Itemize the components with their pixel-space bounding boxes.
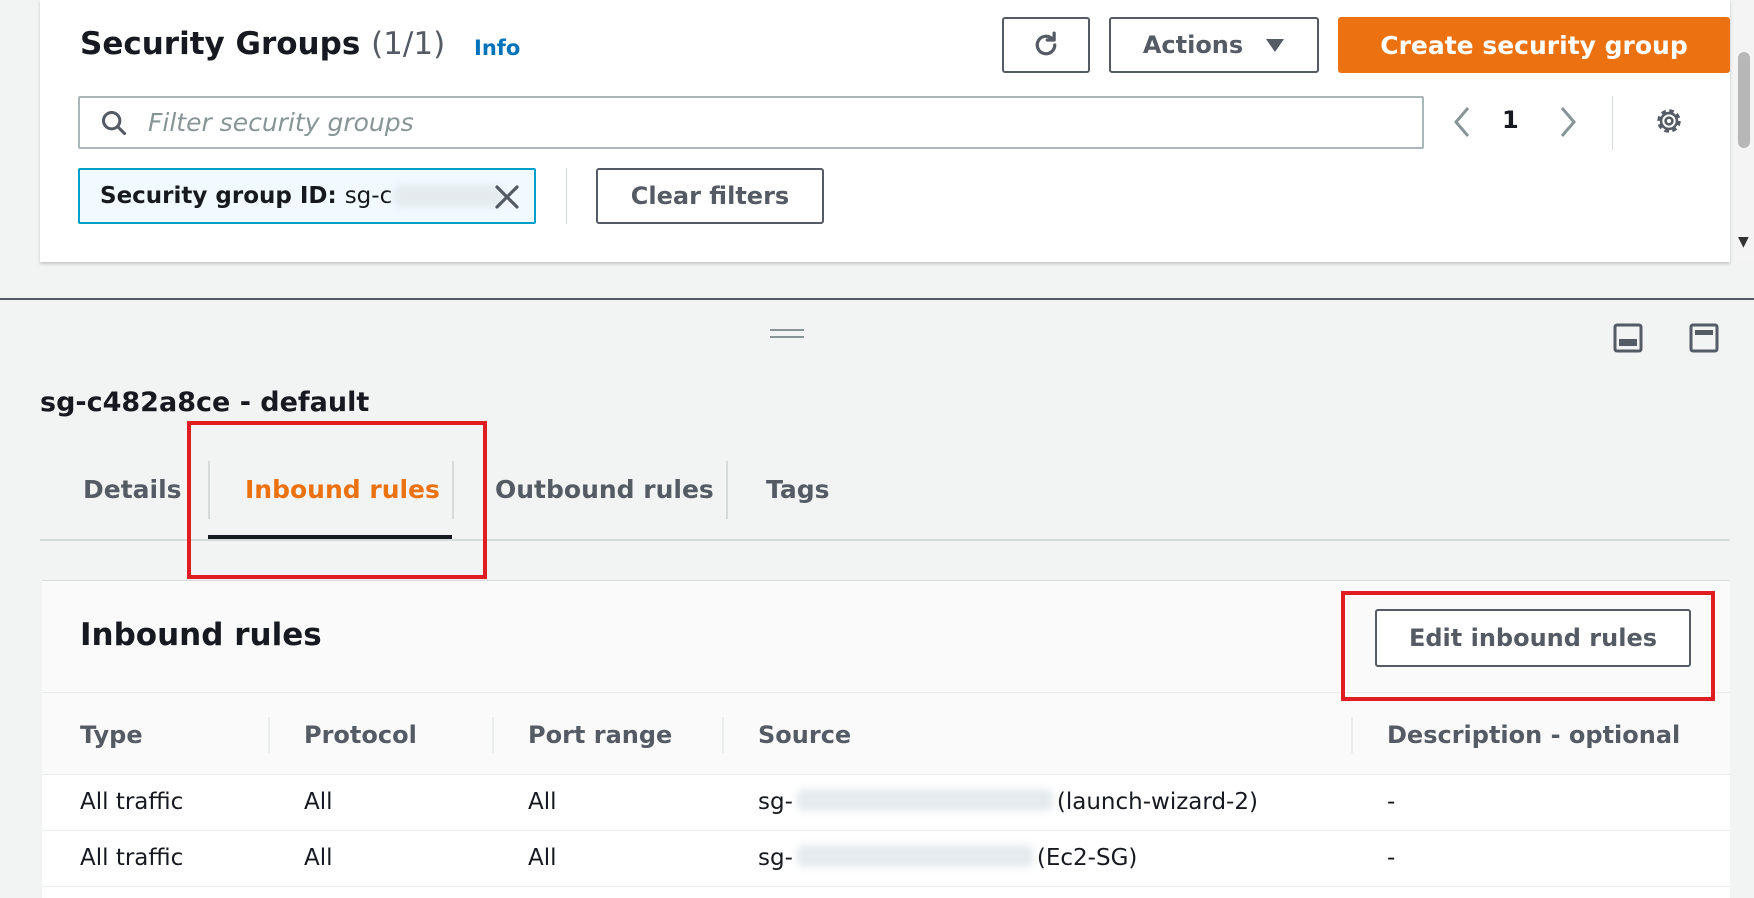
column-separator[interactable] <box>268 717 270 753</box>
table-row: All traffic All All sg- (Ec2-SG) - <box>42 831 1730 887</box>
table-header-row: Type Protocol Port range Source Descript… <box>42 693 1730 775</box>
cell-protocol: All <box>304 845 333 871</box>
column-separator[interactable] <box>492 717 494 753</box>
gear-icon[interactable] <box>1652 104 1686 138</box>
refresh-button[interactable] <box>1002 17 1090 73</box>
tab-outbound-rules[interactable]: Outbound rules <box>495 475 714 504</box>
cell-port-range: All <box>528 789 557 815</box>
drag-handle-icon[interactable] <box>770 327 804 341</box>
redacted-id <box>796 789 1053 811</box>
annotation-highlight-edit-button <box>1341 591 1715 701</box>
cell-type: All traffic <box>80 789 184 815</box>
column-header-source[interactable]: Source <box>758 721 851 749</box>
source-prefix: sg- <box>758 845 793 871</box>
inbound-rules-title: Inbound rules <box>80 617 322 653</box>
cell-source: sg- (Ec2-SG) <box>758 845 1137 871</box>
table-row: All traffic All All sg- (launch-wizard-2)… <box>42 775 1730 831</box>
column-header-type[interactable]: Type <box>80 721 143 749</box>
filter-search-box[interactable] <box>78 96 1424 149</box>
clear-filters-button[interactable]: Clear filters <box>596 168 824 224</box>
tab-tags[interactable]: Tags <box>766 475 829 504</box>
scroll-down-arrow-icon[interactable]: ▼ <box>1738 234 1749 250</box>
page-title-text: Security Groups <box>80 26 361 62</box>
create-security-group-button[interactable]: Create security group <box>1338 17 1730 73</box>
filter-divider <box>566 168 567 224</box>
page-title: Security Groups (1/1) <box>80 26 445 62</box>
tab-details[interactable]: Details <box>83 475 182 504</box>
actions-dropdown-button[interactable]: Actions <box>1109 17 1319 73</box>
security-groups-panel: Security Groups (1/1) Info Actions Creat… <box>40 0 1730 262</box>
pager-divider <box>1612 96 1613 150</box>
column-header-description[interactable]: Description - optional <box>1387 721 1680 749</box>
cell-protocol: All <box>304 789 333 815</box>
source-suffix: (launch-wizard-2) <box>1056 789 1258 815</box>
search-icon <box>101 110 127 135</box>
source-suffix: (Ec2-SG) <box>1036 845 1138 871</box>
cell-description: - <box>1387 789 1396 815</box>
cell-description: - <box>1387 845 1396 871</box>
chevron-left-icon[interactable] <box>1450 102 1474 142</box>
column-separator[interactable] <box>722 717 724 753</box>
source-prefix: sg- <box>758 789 793 815</box>
split-panel-side-icon[interactable] <box>1688 322 1720 354</box>
tab-separator <box>726 461 728 519</box>
redacted-id <box>796 845 1033 867</box>
split-panel-divider <box>0 298 1754 300</box>
filter-token-value: sg-c <box>344 183 393 209</box>
column-header-protocol[interactable]: Protocol <box>304 721 417 749</box>
split-panel-bottom-icon[interactable] <box>1612 322 1644 354</box>
cell-type: All traffic <box>80 845 184 871</box>
scrollbar-thumb[interactable] <box>1738 52 1750 148</box>
cell-port-range: All <box>528 845 557 871</box>
security-group-detail-title: sg-c482a8ce - default <box>40 387 370 418</box>
filter-token: Security group ID: sg-c <box>78 168 536 224</box>
current-page-number[interactable]: 1 <box>1502 106 1519 134</box>
search-input[interactable] <box>146 107 1346 138</box>
actions-label: Actions <box>1142 31 1244 59</box>
annotation-highlight-inbound-tab <box>187 421 487 579</box>
info-link[interactable]: Info <box>474 36 520 60</box>
redacted-id <box>394 185 505 207</box>
refresh-icon <box>1035 31 1057 56</box>
filter-token-label: Security group ID: <box>100 183 337 209</box>
column-separator[interactable] <box>1351 717 1353 753</box>
column-header-port-range[interactable]: Port range <box>528 721 672 749</box>
security-group-count: (1/1) <box>371 26 446 62</box>
caret-down-icon <box>1266 39 1285 52</box>
close-icon[interactable] <box>492 182 522 212</box>
cell-source: sg- (launch-wizard-2) <box>758 789 1258 815</box>
chevron-right-icon[interactable] <box>1556 102 1580 142</box>
